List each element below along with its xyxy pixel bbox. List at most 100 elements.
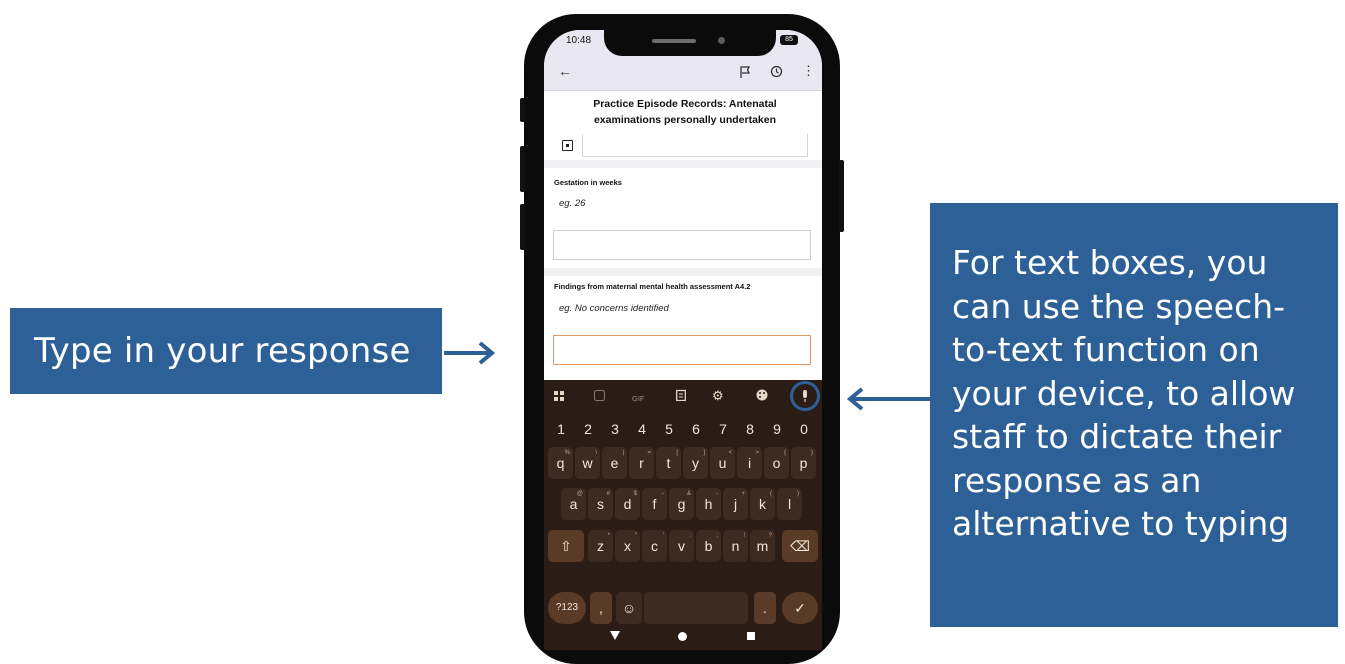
key-alt-label: (: [770, 491, 772, 497]
settings-icon[interactable]: ⚙: [712, 389, 724, 403]
letter-key[interactable]: u <: [710, 447, 735, 479]
backspace-key[interactable]: ⌫: [782, 530, 818, 562]
phone-side-button: [839, 160, 844, 232]
arrow-left-icon: [846, 387, 930, 411]
nav-recents-icon[interactable]: [747, 632, 755, 640]
symbols-key[interactable]: ?123: [548, 592, 586, 624]
key-alt-label: @: [576, 491, 583, 497]
letter-key[interactable]: f-: [642, 488, 667, 520]
flag-icon[interactable]: [740, 66, 751, 78]
shift-key[interactable]: ⇧: [548, 530, 584, 562]
gestation-input[interactable]: [553, 230, 811, 260]
key-label: d: [623, 496, 632, 512]
letter-key[interactable]: r =: [629, 447, 654, 479]
number-key[interactable]: 2: [575, 416, 601, 442]
letter-key[interactable]: e |: [602, 447, 627, 479]
letter-key[interactable]: j +: [723, 488, 748, 520]
key-alt-label: |: [622, 450, 624, 456]
clipboard-icon[interactable]: [676, 389, 686, 401]
sticker-icon[interactable]: [594, 390, 605, 401]
letter-key[interactable]: l): [777, 488, 802, 520]
nav-back-icon[interactable]: [610, 631, 620, 641]
letter-key[interactable]: w \: [575, 447, 600, 479]
page-title: Practice Episode Records: Antenatal exam…: [593, 98, 777, 126]
letter-key[interactable]: c ': [642, 530, 667, 562]
emoji-key[interactable]: ☺: [616, 592, 642, 624]
key-label: z: [597, 538, 604, 554]
letter-key[interactable]: y]: [683, 447, 708, 479]
letter-key[interactable]: v:: [669, 530, 694, 562]
gif-button[interactable]: GIF: [632, 392, 645, 406]
symbols-key-label: ?123: [555, 602, 579, 613]
key-alt-label: >: [755, 450, 759, 456]
calendar-icon[interactable]: [562, 140, 573, 151]
key-alt-label: ]: [703, 450, 705, 456]
callout-line: staff to dictate their: [952, 417, 1282, 456]
apps-icon[interactable]: [554, 391, 564, 401]
letter-key[interactable]: o{: [764, 447, 789, 479]
letter-key[interactable]: z *: [588, 530, 613, 562]
number-key[interactable]: 3: [602, 416, 628, 442]
callout-line: to-text function on: [952, 330, 1260, 369]
letter-key[interactable]: t[: [656, 447, 681, 479]
letter-key[interactable]: a @: [561, 488, 586, 520]
number-key[interactable]: 9: [764, 416, 790, 442]
findings-label: Findings from maternal mental health ass…: [554, 282, 751, 291]
key-alt-label: ): [797, 491, 799, 497]
key-label: e: [610, 455, 619, 471]
key-label: x: [624, 538, 631, 554]
app-bar: ← ⋮: [544, 56, 822, 91]
key-label: h: [704, 496, 713, 512]
number-key[interactable]: 7: [710, 416, 736, 442]
enter-key[interactable]: ✓: [782, 592, 818, 624]
findings-input[interactable]: [553, 335, 811, 365]
number-key[interactable]: 6: [683, 416, 709, 442]
callout-text: Type in your response: [34, 331, 411, 371]
period-key[interactable]: .: [754, 592, 776, 624]
letter-key[interactable]: q%: [548, 447, 573, 479]
letter-key[interactable]: s #: [588, 488, 613, 520]
history-icon[interactable]: [770, 65, 783, 78]
letter-key[interactable]: i >: [737, 447, 762, 479]
key-alt-label: $: [633, 491, 637, 497]
findings-hint: eg. No concerns identified: [559, 303, 669, 314]
letter-key[interactable]: h-: [696, 488, 721, 520]
callout-line: response as an: [952, 460, 1202, 500]
letter-key[interactable]: k(: [750, 488, 775, 520]
space-key[interactable]: [644, 592, 748, 624]
letter-key[interactable]: n!: [723, 530, 748, 562]
key-alt-label: #: [606, 491, 610, 497]
back-arrow-icon[interactable]: ←: [558, 64, 572, 78]
key-label: n: [731, 538, 740, 554]
mic-button[interactable]: [790, 381, 820, 411]
letter-key[interactable]: d $: [615, 488, 640, 520]
key-label: i: [747, 455, 752, 471]
date-field[interactable]: [582, 134, 808, 157]
number-key[interactable]: 1: [548, 416, 574, 442]
key-label: f: [652, 496, 657, 512]
key-alt-label: +: [741, 491, 745, 497]
phone-side-button: [520, 146, 525, 192]
palette-icon[interactable]: [756, 389, 768, 401]
letter-key[interactable]: b;: [696, 530, 721, 562]
key-alt-label: }: [810, 450, 813, 456]
key-label: t: [666, 455, 671, 471]
comma-key[interactable]: ,: [590, 592, 612, 624]
key-label: c: [651, 538, 658, 554]
type-response-callout: Type in your response: [10, 308, 442, 394]
letter-key[interactable]: g &: [669, 488, 694, 520]
period-key-label: .: [763, 600, 767, 616]
key-alt-label: ": [634, 533, 637, 539]
key-label: j: [733, 496, 738, 512]
key-alt-label: \: [595, 450, 597, 456]
nav-home-icon[interactable]: [678, 632, 687, 641]
more-vert-icon[interactable]: ⋮: [802, 64, 815, 78]
letter-key[interactable]: x ": [615, 530, 640, 562]
number-key[interactable]: 4: [629, 416, 655, 442]
letter-key[interactable]: p}: [791, 447, 816, 479]
key-label: o: [772, 455, 781, 471]
number-key[interactable]: 0: [791, 416, 817, 442]
number-key[interactable]: 8: [737, 416, 763, 442]
number-key[interactable]: 5: [656, 416, 682, 442]
letter-key[interactable]: m?: [750, 530, 775, 562]
